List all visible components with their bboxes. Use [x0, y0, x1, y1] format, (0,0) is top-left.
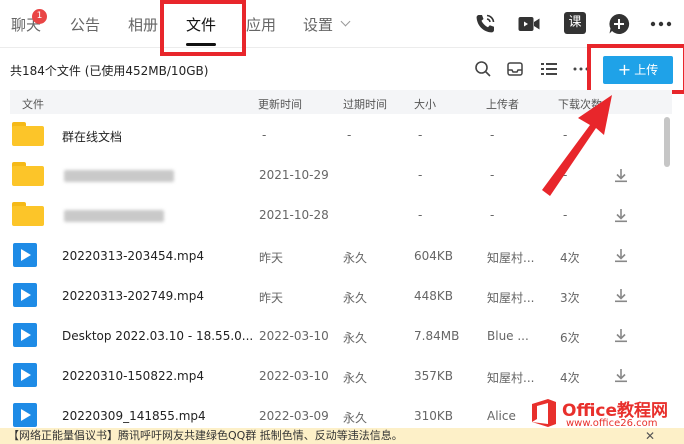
- file-updated: 2022-03-09: [259, 409, 329, 423]
- file-size: 7.84MB: [414, 329, 460, 343]
- file-uploader: -: [490, 128, 495, 142]
- column-size[interactable]: 大小: [414, 96, 436, 112]
- file-expires: 永久: [343, 331, 368, 345]
- file-uploader: 知屋村...: [487, 251, 535, 265]
- file-name[interactable]: Desktop 2022.03.10 - 18.55.0...: [62, 329, 253, 343]
- file-downloads: 6次: [560, 331, 580, 345]
- column-file[interactable]: 文件: [22, 96, 44, 112]
- video-file-icon: [13, 323, 37, 347]
- file-name[interactable]: 20220310-150822.mp4: [62, 369, 204, 383]
- upload-button-highlight: [587, 44, 684, 94]
- tab-album[interactable]: 相册: [128, 14, 158, 35]
- file-size: -: [418, 168, 423, 182]
- file-downloads: 4次: [560, 251, 580, 265]
- file-name[interactable]: 20220313-202749.mp4: [62, 289, 204, 303]
- video-call-icon[interactable]: [517, 12, 541, 36]
- file-updated: -: [262, 128, 267, 142]
- file-updated: 2022-03-10: [259, 369, 329, 383]
- download-icon[interactable]: [613, 247, 629, 263]
- file-size: 448KB: [414, 289, 454, 303]
- file-updated: 2022-03-10: [259, 329, 329, 343]
- file-downloads: -: [563, 208, 568, 222]
- file-name[interactable]: 20220309_141855.mp4: [62, 409, 206, 423]
- folder-icon: [12, 202, 44, 226]
- folder-icon: [12, 122, 44, 146]
- notice-text[interactable]: 【网络正能量倡议书】腾讯呼吁网友共建绿色QQ群 抵制色情、反动等违法信息。: [8, 429, 403, 442]
- file-downloads: 3次: [560, 291, 580, 305]
- file-name[interactable]: 20220313-203454.mp4: [62, 249, 204, 263]
- inbox-icon[interactable]: [506, 60, 524, 78]
- file-size: -: [418, 128, 423, 142]
- column-uploader[interactable]: 上传者: [486, 96, 519, 112]
- chevron-down-icon[interactable]: [340, 16, 351, 27]
- add-icon[interactable]: [607, 12, 631, 36]
- search-icon[interactable]: [474, 60, 492, 78]
- file-expires: 永久: [343, 291, 368, 305]
- notice-bar: 【网络正能量倡议书】腾讯呼吁网友共建绿色QQ群 抵制色情、反动等违法信息。: [0, 428, 684, 444]
- file-uploader: 知屋村...: [487, 371, 535, 385]
- file-size: 310KB: [414, 409, 454, 423]
- tab-bar: 聊天 1 公告 相册 文件 应用 设置 课: [0, 0, 684, 48]
- file-updated: 昨天: [259, 291, 284, 305]
- annotation-arrow: [542, 95, 612, 196]
- file-expires: -: [347, 128, 352, 142]
- column-updated[interactable]: 更新时间: [258, 96, 302, 112]
- file-updated: 2021-10-29: [259, 168, 329, 182]
- more-icon[interactable]: [649, 12, 673, 36]
- folder-icon: [12, 162, 44, 186]
- download-icon[interactable]: [613, 287, 629, 303]
- file-size: 357KB: [414, 369, 454, 383]
- file-size: -: [418, 208, 423, 222]
- files-tab-highlight: [160, 0, 246, 56]
- close-icon[interactable]: ✕: [645, 428, 655, 444]
- file-expires: 永久: [343, 251, 368, 265]
- scrollbar-thumb[interactable]: [664, 117, 670, 167]
- file-uploader: Blue ...: [487, 329, 529, 343]
- column-expires[interactable]: 过期时间: [343, 96, 387, 112]
- tab-settings[interactable]: 设置: [303, 14, 333, 35]
- phone-icon[interactable]: [473, 12, 497, 36]
- redacted-name[interactable]: [64, 170, 174, 182]
- file-uploader: Alice: [487, 409, 516, 423]
- download-icon[interactable]: [613, 367, 629, 383]
- file-uploader: 知屋村...: [487, 291, 535, 305]
- file-updated: 昨天: [259, 251, 284, 265]
- video-file-icon: [13, 363, 37, 387]
- download-icon[interactable]: [613, 327, 629, 343]
- video-file-icon: [13, 243, 37, 267]
- list-view-icon[interactable]: [540, 60, 558, 78]
- download-icon[interactable]: [613, 207, 629, 223]
- file-updated: 2021-10-28: [259, 208, 329, 222]
- file-uploader: -: [490, 208, 495, 222]
- file-expires: 永久: [343, 371, 368, 385]
- unread-badge: 1: [32, 9, 47, 24]
- file-downloads: 4次: [560, 371, 580, 385]
- redacted-name[interactable]: [64, 210, 164, 222]
- tab-announcements[interactable]: 公告: [70, 14, 100, 35]
- video-file-icon: [13, 283, 37, 307]
- file-uploader: -: [490, 168, 495, 182]
- course-icon[interactable]: 课: [564, 12, 586, 34]
- storage-summary: 共184个文件 (已使用452MB/10GB): [10, 64, 209, 78]
- file-expires: 永久: [343, 411, 368, 425]
- office-logo-icon: [532, 399, 556, 427]
- tab-apps[interactable]: 应用: [246, 14, 276, 35]
- file-size: 604KB: [414, 249, 454, 263]
- file-name[interactable]: 群在线文档: [62, 128, 122, 145]
- video-file-icon: [13, 403, 37, 427]
